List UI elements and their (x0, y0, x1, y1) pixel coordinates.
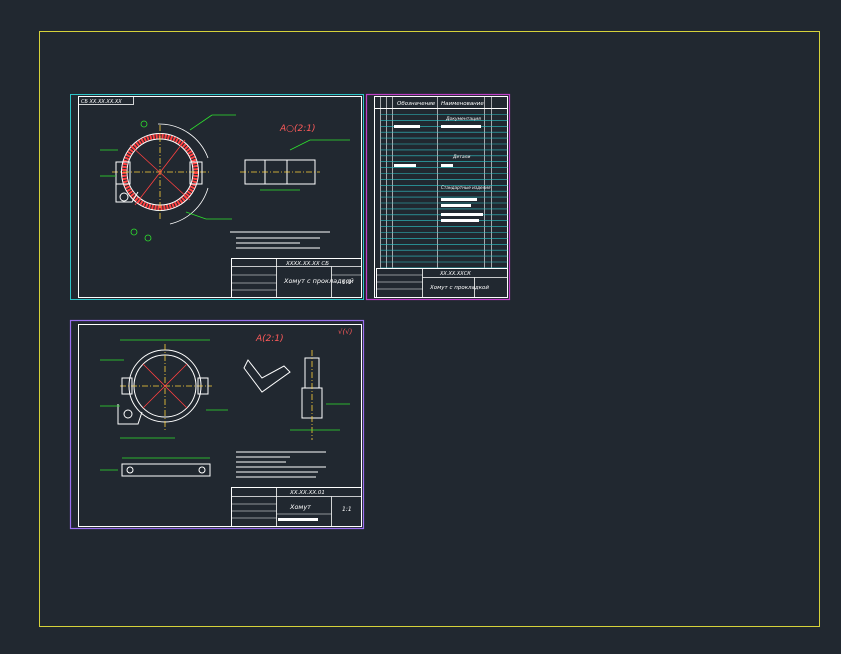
sheet2-title: Хомут (289, 503, 311, 511)
spec-col-designation: Обозначение (397, 101, 436, 107)
spec-item-mark-1 (394, 125, 420, 128)
spec-item-mark-5 (441, 198, 477, 201)
spec-doc-code: ХХ.ХХ.ХХСК (439, 271, 471, 277)
model-space (0, 0, 841, 654)
spec-col-name: Наименование (441, 101, 484, 107)
sheet2-scale: 1:1 (342, 506, 352, 513)
spec-item-mark-2 (441, 125, 481, 128)
sheet2-view-label: А(2:1) (255, 334, 284, 344)
spec-section-docs: Документация (445, 116, 481, 122)
spec-item-mark-3 (394, 164, 416, 167)
spec-title: Хомут с прокладкой (429, 285, 489, 291)
spec-item-mark-8 (441, 219, 479, 222)
sheet2-doc-code: ХХ.ХХ.ХХ.01 (289, 490, 325, 496)
sheet2-material-mark (278, 518, 318, 521)
sheet1-view-label: А○(2:1) (279, 124, 316, 134)
spec-item-mark-7 (441, 213, 483, 216)
spec-section-standard: Стандартные изделия (441, 185, 491, 190)
spec-item-mark-6 (441, 204, 471, 207)
sheet1-scale: 1:1 (342, 279, 352, 286)
spec-item-mark-4 (441, 164, 453, 167)
spec-section-parts: Детали (452, 154, 471, 160)
sheet1-corner-code: СБ ХХ.ХХ.ХХ.ХХ (81, 99, 122, 105)
sheet2-roughness: √(√) (338, 328, 353, 336)
sheet1-doc-code: ХХХХ.ХХ.ХХ СБ (285, 261, 329, 267)
drawing-canvas[interactable]: СБ ХХ.ХХ.ХХ.ХХ А○(2:1) ХХХХ.ХХ.ХХ СБ Хом… (0, 0, 841, 654)
